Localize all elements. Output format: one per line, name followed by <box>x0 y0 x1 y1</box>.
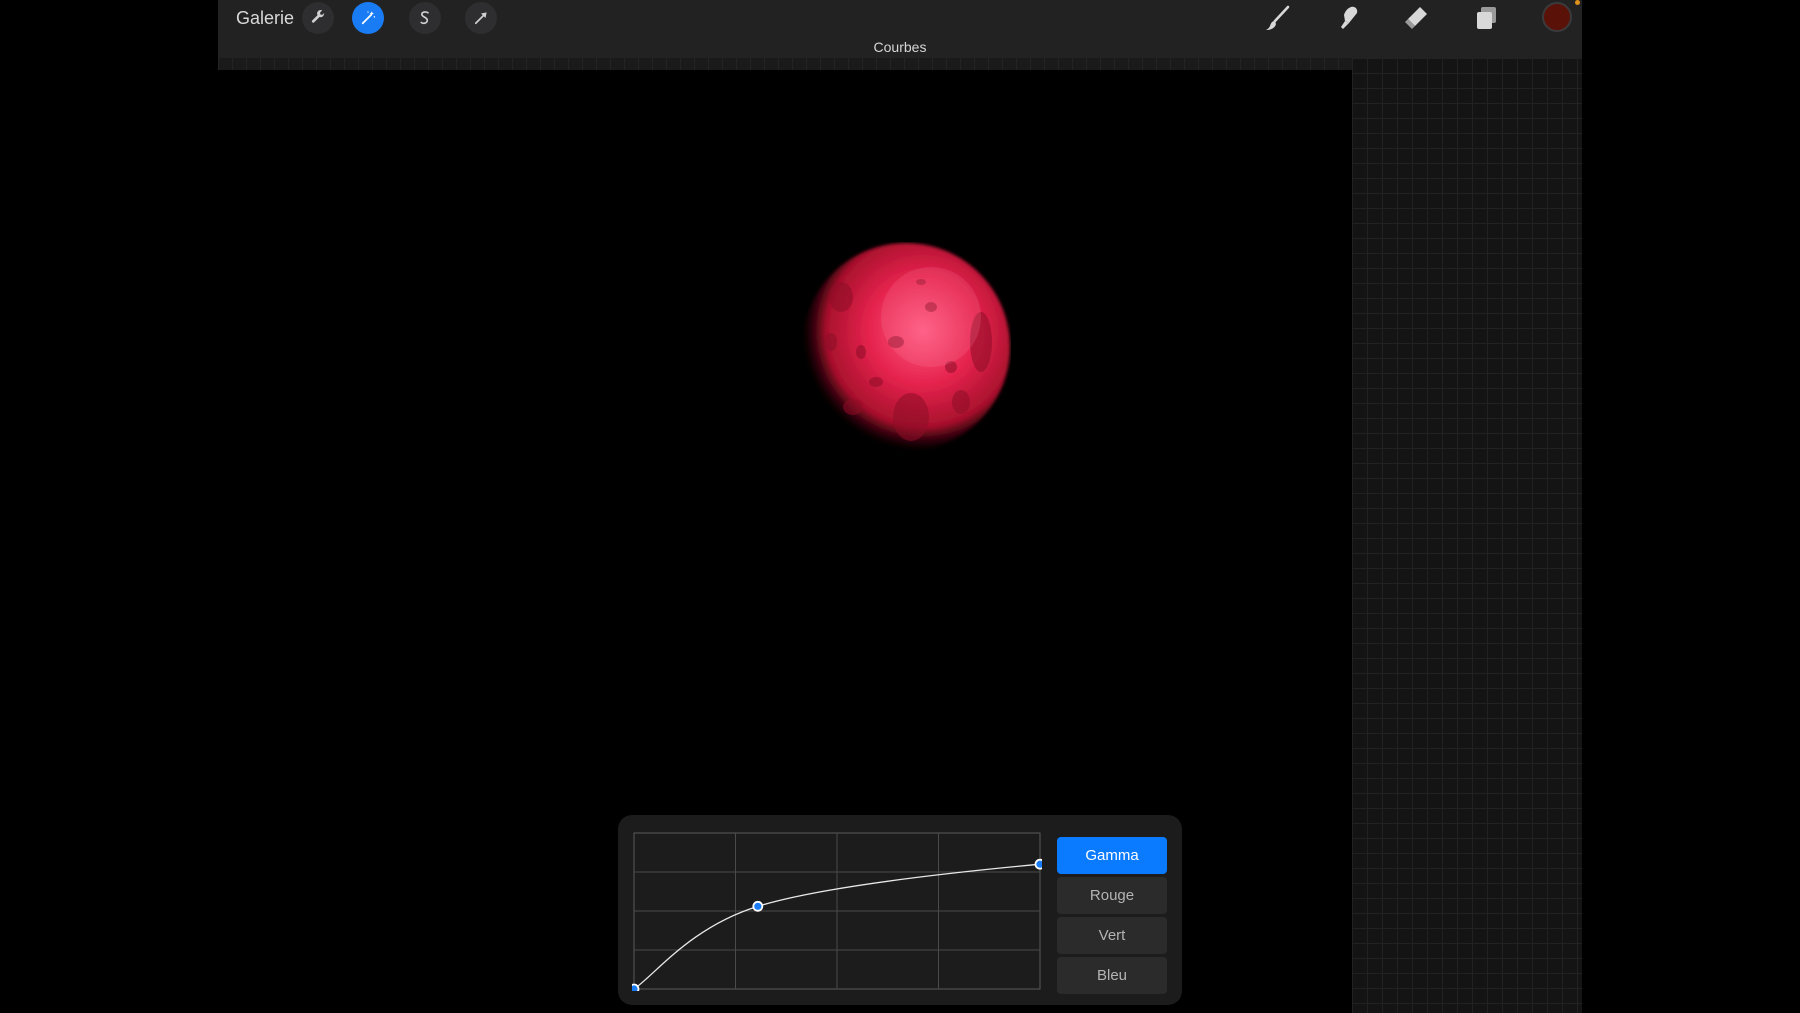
color-indicator-dot <box>1575 0 1580 5</box>
actions-button[interactable] <box>302 2 334 34</box>
magic-wand-icon <box>361 11 376 25</box>
curve-control-point[interactable] <box>632 983 640 992</box>
eraser-button[interactable] <box>1398 2 1434 34</box>
channel-green-button[interactable]: Vert <box>1057 917 1167 954</box>
adjustments-button[interactable] <box>352 2 384 34</box>
canvas-background-grid <box>1352 58 1582 1013</box>
curve-control-point[interactable] <box>1034 858 1043 870</box>
curve-control-point[interactable] <box>752 900 764 912</box>
adjustment-title: Courbes <box>873 39 927 55</box>
layers-icon <box>1477 7 1496 29</box>
channel-red-button[interactable]: Rouge <box>1057 877 1167 914</box>
channel-blue-button[interactable]: Bleu <box>1057 957 1167 994</box>
smudge-button[interactable] <box>1330 2 1366 34</box>
gallery-button[interactable]: Galerie <box>236 6 294 30</box>
layers-button[interactable] <box>1468 2 1504 34</box>
eraser-icon <box>1405 7 1427 29</box>
transform-arrow-icon <box>474 12 487 25</box>
selection-button[interactable] <box>409 2 441 34</box>
color-picker-button[interactable] <box>1542 2 1572 32</box>
selection-icon <box>420 11 429 25</box>
smudge-icon <box>1341 6 1358 29</box>
curve-grid <box>633 832 1041 990</box>
brush-button[interactable] <box>1260 2 1296 34</box>
top-toolbar: Galerie Courbes <box>218 0 1582 58</box>
procreate-app: Galerie Courbes Gamma Rouge Vert Bleu <box>218 0 1582 1013</box>
transform-button[interactable] <box>465 2 497 34</box>
curves-panel: Gamma Rouge Vert Bleu <box>618 815 1182 1005</box>
curve-graph[interactable] <box>632 831 1042 991</box>
brush-icon <box>1266 5 1290 30</box>
wrench-icon <box>311 10 325 23</box>
planet-illustration <box>802 243 1010 451</box>
channel-gamma-button[interactable]: Gamma <box>1057 837 1167 874</box>
